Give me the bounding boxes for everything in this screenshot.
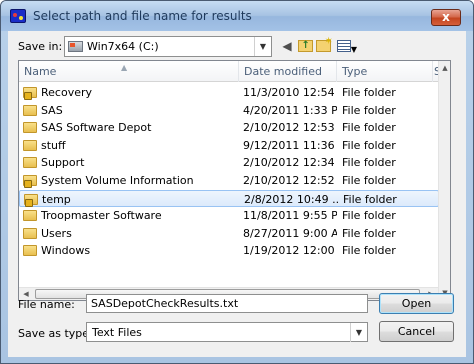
file-date: 8/27/2011 9:00 AM: [243, 226, 337, 240]
sort-ascending-icon: ▲: [121, 63, 128, 72]
file-name-input[interactable]: [86, 294, 368, 313]
file-row[interactable]: Recovery 11/3/2010 12:54 ... File folder: [19, 84, 439, 102]
file-row[interactable]: System Volume Information 2/10/2012 12:5…: [19, 172, 439, 190]
drive-icon: [68, 41, 83, 52]
close-button[interactable]: x: [431, 9, 461, 26]
file-type: File folder: [342, 138, 396, 152]
file-type: File folder: [342, 156, 396, 170]
file-name: SAS: [41, 103, 63, 117]
locked-folder-icon: [23, 174, 37, 188]
column-date-label: Date modified: [244, 65, 322, 78]
file-type: File folder: [342, 226, 396, 240]
open-button[interactable]: Open: [379, 293, 454, 314]
file-date: 11/3/2010 12:54 ...: [243, 86, 337, 99]
file-type: File folder: [342, 244, 396, 258]
file-name: System Volume Information: [41, 173, 194, 187]
file-row[interactable]: stuff 9/12/2011 11:36 ... File folder: [19, 137, 439, 155]
dialog-client-area: Save in: Win7x64 (C:) ▼ ◀ ▼ Name ▲: [8, 31, 466, 357]
file-name-label: File name:: [18, 298, 75, 311]
file-date: 2/10/2012 12:52 ...: [243, 173, 337, 187]
file-date: 11/8/2011 9:55 PM: [243, 209, 337, 223]
file-name: Support: [41, 156, 85, 170]
file-row[interactable]: SAS Software Depot 2/10/2012 12:53 ... F…: [19, 119, 439, 137]
vertical-scrollbar[interactable]: ▲ ▼: [438, 61, 450, 300]
folder-icon: [23, 139, 37, 151]
file-date: 2/8/2012 10:49 ...: [244, 192, 338, 206]
window-title: Select path and file name for results: [33, 9, 252, 23]
file-type: File folder: [342, 103, 396, 117]
save-in-label: Save in:: [18, 40, 63, 53]
views-menu-button[interactable]: ▼: [334, 37, 360, 55]
save-as-type-label: Save as type:: [18, 327, 93, 340]
column-type-label: Type: [342, 65, 368, 78]
title-bar[interactable]: Select path and file name for results x: [1, 1, 473, 31]
save-as-type-dropdown[interactable]: Text Files ▼: [86, 322, 368, 342]
file-row[interactable]: SAS 4/20/2011 1:33 PM File folder: [19, 102, 439, 120]
file-row[interactable]: Troopmaster Software 11/8/2011 9:55 PM F…: [19, 207, 439, 225]
file-rows: Recovery 11/3/2010 12:54 ... File folder…: [19, 84, 439, 260]
caret-down-icon: ▼: [350, 45, 358, 54]
back-icon: ◀: [282, 39, 292, 53]
views-menu-icon: [336, 40, 351, 52]
chevron-down-icon[interactable]: ▼: [350, 323, 367, 342]
file-date: 2/10/2012 12:34 ...: [243, 156, 337, 170]
file-type: File folder: [342, 209, 396, 223]
file-name: Troopmaster Software: [41, 209, 162, 223]
folder-icon: [23, 122, 37, 134]
file-date: 4/20/2011 1:33 PM: [243, 103, 337, 117]
file-name: SAS Software Depot: [41, 121, 152, 135]
folder-icon: [23, 210, 37, 222]
cancel-button[interactable]: Cancel: [379, 321, 454, 342]
up-folder-button[interactable]: [296, 37, 314, 55]
up-folder-icon: [297, 37, 313, 55]
file-date: 2/10/2012 12:53 ...: [243, 121, 337, 135]
sas-app-icon: [10, 9, 26, 23]
column-type-header[interactable]: Type: [337, 61, 433, 82]
file-date: 1/19/2012 12:00 ...: [243, 244, 337, 258]
file-row[interactable]: Users 8/27/2011 9:00 AM File folder: [19, 225, 439, 243]
file-list[interactable]: Name ▲ Date modified Type S Recovery 11/…: [18, 60, 451, 301]
file-name: Windows: [41, 244, 91, 258]
locked-folder-icon: [24, 193, 38, 207]
column-header: Name ▲ Date modified Type S: [19, 61, 441, 82]
file-date: 9/12/2011 11:36 ...: [243, 138, 337, 152]
folder-icon: [23, 104, 37, 116]
file-row[interactable]: Windows 1/19/2012 12:00 ... File folder: [19, 242, 439, 260]
column-name-header[interactable]: Name ▲: [19, 61, 239, 82]
save-in-value: Win7x64 (C:): [87, 40, 159, 53]
scroll-up-icon[interactable]: ▲: [439, 61, 451, 75]
folder-icon: [23, 245, 37, 257]
file-type: File folder: [342, 173, 396, 187]
new-folder-button[interactable]: [314, 33, 333, 55]
file-type: File folder: [342, 121, 396, 135]
file-row-selected[interactable]: temp 2/8/2012 10:49 ... File folder: [19, 189, 439, 208]
folder-icon: [23, 157, 37, 169]
folder-icon: [23, 227, 37, 239]
locked-folder-icon: [23, 87, 37, 100]
back-button[interactable]: ◀: [278, 37, 296, 55]
file-row[interactable]: Support 2/10/2012 12:34 ... File folder: [19, 154, 439, 172]
column-name-label: Name: [24, 65, 57, 78]
file-type: File folder: [342, 86, 396, 99]
file-name: Users: [41, 226, 72, 240]
save-as-type-value: Text Files: [92, 326, 142, 339]
file-type: File folder: [343, 192, 397, 206]
file-name: temp: [42, 192, 71, 206]
chevron-down-icon[interactable]: ▼: [254, 37, 271, 56]
file-dialog-window: Select path and file name for results x …: [0, 0, 474, 364]
column-date-header[interactable]: Date modified: [239, 61, 337, 82]
file-name: Recovery: [41, 86, 93, 99]
new-folder-icon: [315, 33, 333, 52]
save-in-dropdown[interactable]: Win7x64 (C:) ▼: [64, 36, 272, 57]
file-name: stuff: [41, 138, 66, 152]
